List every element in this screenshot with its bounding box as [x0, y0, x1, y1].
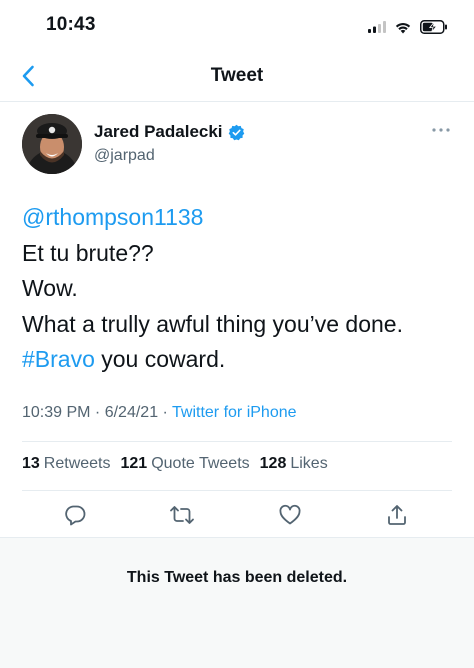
mention-link[interactable]: @rthompson1138 — [22, 204, 203, 230]
divider — [22, 490, 452, 491]
like-icon — [279, 504, 301, 525]
battery-charging-icon — [420, 20, 447, 34]
tweet-meta: 10:39 PM · 6/24/21 · Twitter for iPhone — [22, 404, 297, 422]
tweet-actions — [22, 492, 452, 536]
signal-icon — [368, 21, 386, 33]
avatar[interactable] — [22, 114, 82, 174]
tweet-source-link[interactable]: Twitter for iPhone — [172, 404, 297, 421]
display-name[interactable]: Jared Padalecki — [94, 122, 223, 142]
reply-button[interactable] — [62, 502, 88, 528]
more-options-button[interactable] — [430, 122, 452, 138]
reply-icon — [65, 505, 86, 526]
share-icon — [388, 505, 406, 525]
tweet-line: What a trully awful thing you’ve done. — [22, 310, 403, 337]
engagement-stats: 13 Retweets 121 Quote Tweets 128 Likes — [22, 455, 328, 473]
verified-badge-icon — [228, 124, 244, 140]
retweet-button[interactable] — [169, 502, 195, 528]
display-name-wrap[interactable]: Jared Padalecki — [94, 122, 245, 142]
avatar-image — [22, 114, 82, 174]
divider — [22, 441, 452, 442]
status-bar: 10:43 — [0, 0, 474, 52]
tweet-line-rest: you coward. — [94, 346, 226, 372]
likes-stat[interactable]: 128 Likes — [260, 455, 328, 473]
username[interactable]: @jarpad — [94, 147, 155, 165]
tweet-author: Jared Padalecki @jarpad — [22, 114, 454, 178]
tweet-text: @rthompson1138 Et tu brute?? Wow. What a… — [22, 200, 454, 378]
wifi-icon — [395, 22, 411, 33]
deleted-tweet-notice: This Tweet has been deleted. — [126, 569, 348, 586]
tweet-line: Wow. — [22, 275, 78, 301]
tweet-timestamp: 10:39 PM · 6/24/21 · — [22, 404, 173, 421]
hashtag-link[interactable]: #Bravo — [22, 346, 95, 372]
share-button[interactable] — [384, 502, 410, 528]
tweet-line: Et tu brute?? — [22, 239, 154, 266]
status-time: 10:43 — [46, 14, 96, 35]
status-icons — [368, 17, 448, 37]
like-button[interactable] — [277, 502, 303, 528]
quote-tweets-stat[interactable]: 121 Quote Tweets — [121, 455, 250, 473]
page-title: Tweet — [210, 65, 264, 86]
nav-bar: Tweet — [0, 52, 474, 102]
more-dots-icon — [432, 128, 450, 132]
retweets-stat[interactable]: 13 Retweets — [22, 455, 111, 473]
retweet-icon — [170, 506, 194, 524]
deleted-tweet-panel: This Tweet has been deleted. — [0, 537, 474, 668]
